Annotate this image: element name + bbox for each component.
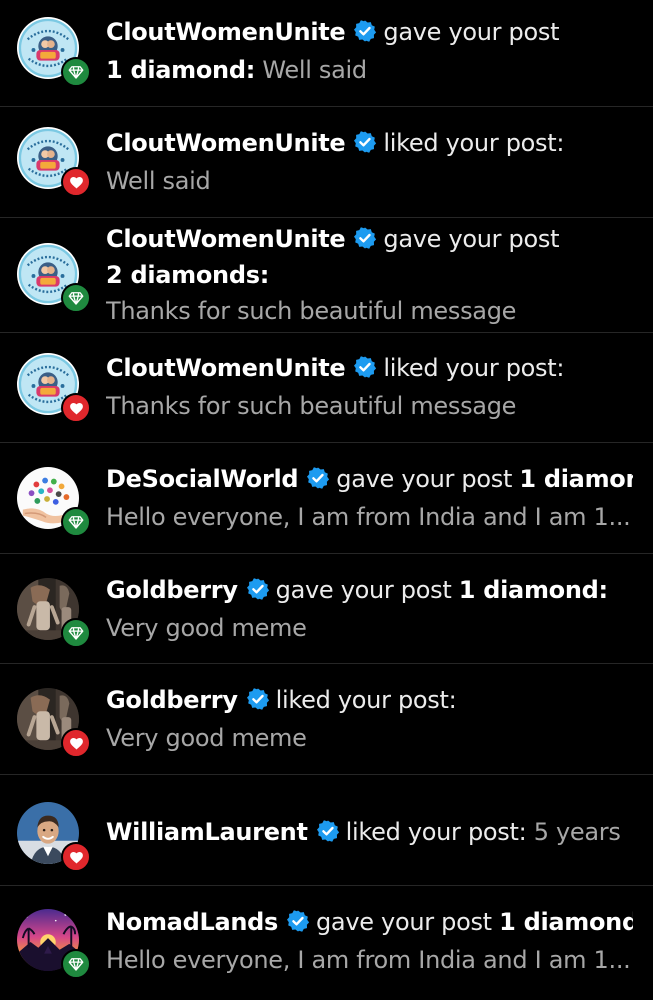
notification-row[interactable]: CloutWomenUnite gave your post 2 diamonds… [0, 218, 653, 333]
username[interactable]: Goldberry [106, 576, 238, 604]
post-preview: Hello everyone, I am from India and I am… [106, 946, 631, 974]
avatar[interactable] [17, 243, 91, 313]
avatar[interactable] [17, 688, 91, 758]
post-preview: Very good meme [106, 614, 307, 642]
verified-icon [246, 687, 270, 711]
notification-row[interactable]: Goldberry gave your post 1 diamond: Very … [0, 554, 653, 664]
verified-icon [286, 909, 310, 933]
username[interactable]: DeSocialWorld [106, 465, 299, 493]
username[interactable]: CloutWomenUnite [106, 225, 346, 253]
action-text: gave your post [336, 465, 513, 493]
diamond-icon [61, 57, 91, 87]
diamond-icon [61, 283, 91, 313]
heart-icon [61, 167, 91, 197]
notification-row[interactable]: DeSocialWorld gave your post 1 diamond: H… [0, 443, 653, 554]
avatar[interactable] [17, 909, 91, 979]
avatar[interactable] [17, 17, 91, 87]
avatar[interactable] [17, 802, 91, 872]
action-text: liked your post: [383, 129, 565, 157]
heart-icon [61, 393, 91, 423]
verified-icon [353, 19, 377, 43]
diamond-icon [61, 949, 91, 979]
diamond-amount: 1 diamond: [106, 56, 256, 84]
username[interactable]: CloutWomenUnite [106, 18, 346, 46]
verified-icon [353, 355, 377, 379]
avatar[interactable] [17, 353, 91, 423]
heart-icon [61, 728, 91, 758]
action-text: liked your post: [383, 354, 565, 382]
notification-row[interactable]: CloutWomenUnite liked your post: Well sai… [0, 107, 653, 218]
post-preview: 5 years [533, 818, 621, 846]
verified-icon [316, 819, 340, 843]
diamond-icon [61, 618, 91, 648]
post-preview: Thanks for such beautiful message [106, 297, 517, 325]
post-preview: Thanks for such beautiful message [106, 392, 517, 420]
verified-icon [353, 130, 377, 154]
avatar[interactable] [17, 467, 91, 537]
username[interactable]: CloutWomenUnite [106, 129, 346, 157]
action-text: gave your post [275, 576, 452, 604]
post-preview: Well said [106, 167, 211, 195]
notification-row[interactable]: CloutWomenUnite liked your post: Thanks f… [0, 333, 653, 443]
action-text: gave your post [383, 18, 560, 46]
username[interactable]: WilliamLaurent [106, 818, 308, 846]
username[interactable]: CloutWomenUnite [106, 354, 346, 382]
post-preview: Very good meme [106, 724, 307, 752]
diamond-amount: 2 diamonds: [106, 261, 270, 289]
action-text: liked your post: [275, 686, 457, 714]
action-text: liked your post: [345, 818, 527, 846]
verified-icon [246, 577, 270, 601]
post-preview: Well said [262, 56, 367, 84]
username[interactable]: NomadLands [106, 908, 278, 936]
notification-row[interactable]: WilliamLaurent liked your post: 5 years [0, 775, 653, 886]
heart-icon [61, 842, 91, 872]
notification-row[interactable]: NomadLands gave your post 1 diamond: Hell… [0, 886, 653, 1000]
action-text: gave your post [383, 225, 560, 253]
notification-row[interactable]: Goldberry liked your post: Very good meme [0, 664, 653, 775]
verified-icon [353, 226, 377, 250]
post-preview: Hello everyone, I am from India and I am… [106, 503, 631, 531]
avatar[interactable] [17, 127, 91, 197]
diamond-amount: 1 diamond: [499, 908, 633, 936]
diamond-amount: 1 diamond: [458, 576, 608, 604]
notification-row[interactable]: CloutWomenUnite gave your post 1 diamond:… [0, 0, 653, 107]
username[interactable]: Goldberry [106, 686, 238, 714]
diamond-icon [61, 507, 91, 537]
avatar[interactable] [17, 578, 91, 648]
action-text: gave your post [316, 908, 492, 936]
diamond-amount: 1 diamond: [519, 465, 633, 493]
verified-icon [306, 466, 330, 490]
